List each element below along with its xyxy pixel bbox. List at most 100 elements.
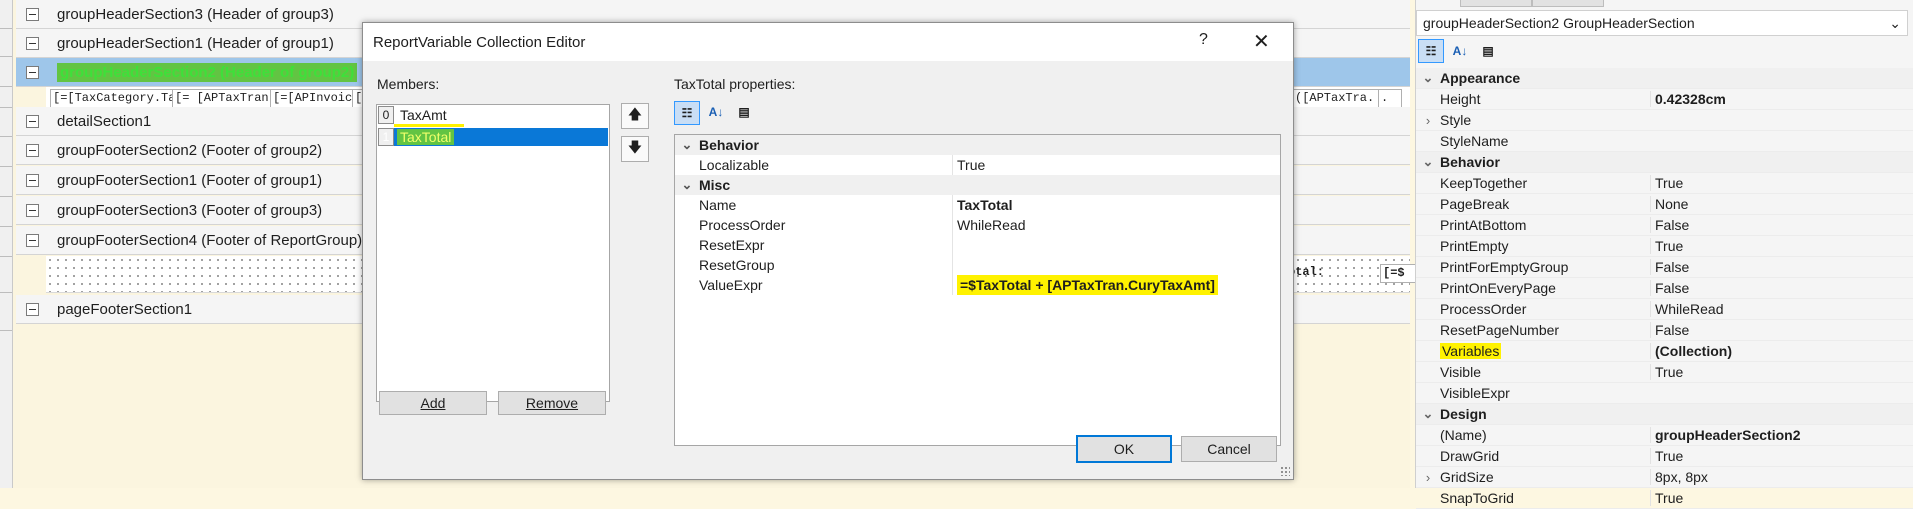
property-value[interactable]: False bbox=[1650, 322, 1913, 338]
grid-row[interactable]: ResetGroup bbox=[675, 255, 1280, 275]
property-value[interactable]: False bbox=[1650, 217, 1913, 233]
collapse-icon[interactable] bbox=[26, 114, 39, 128]
grid-category[interactable]: ⌄ Appearance bbox=[1416, 68, 1913, 89]
report-field[interactable]: [=$ bbox=[1380, 264, 1416, 283]
property-value[interactable]: 8px, 8px bbox=[1650, 469, 1913, 485]
collapse-icon[interactable] bbox=[26, 65, 39, 79]
grid-category[interactable]: ⌄ Misc bbox=[675, 175, 1280, 195]
collapse-icon[interactable] bbox=[26, 36, 39, 50]
chevron-down-icon[interactable]: ⌄ bbox=[1889, 15, 1901, 32]
grid-row[interactable]: (Name) groupHeaderSection2 bbox=[1416, 425, 1913, 446]
property-value[interactable]: True bbox=[1650, 448, 1913, 464]
property-value[interactable]: None bbox=[1650, 196, 1913, 212]
property-value[interactable]: (Collection) bbox=[1650, 343, 1913, 359]
grid-row[interactable]: KeepTogether True bbox=[1416, 173, 1913, 194]
cancel-button[interactable]: Cancel bbox=[1181, 436, 1277, 462]
grid-row[interactable]: PrintEmpty True bbox=[1416, 236, 1913, 257]
property-value[interactable]: groupHeaderSection2 bbox=[1650, 427, 1913, 443]
grid-row[interactable]: PrintOnEveryPage False bbox=[1416, 278, 1913, 299]
property-pages-icon[interactable]: ▤ bbox=[1476, 40, 1500, 62]
categorized-icon[interactable]: ☷ bbox=[674, 101, 700, 125]
property-value[interactable]: WhileRead bbox=[1650, 301, 1913, 317]
collapse-icon[interactable] bbox=[26, 173, 39, 187]
report-field[interactable]: ([APTaxTra. bbox=[1292, 89, 1380, 108]
alphabetical-icon[interactable]: A↓ bbox=[704, 101, 728, 123]
property-value[interactable]: False bbox=[1650, 280, 1913, 296]
grid-row[interactable]: PrintAtBottom False bbox=[1416, 215, 1913, 236]
property-value[interactable]: True bbox=[1650, 364, 1913, 380]
chevron-right-icon[interactable]: › bbox=[1416, 113, 1440, 128]
properties-toolbar: ☷ A↓ ▤ bbox=[1418, 38, 1500, 64]
grid-row[interactable]: PrintForEmptyGroup False bbox=[1416, 257, 1913, 278]
chevron-down-icon[interactable]: ⌄ bbox=[675, 177, 699, 193]
categorized-icon[interactable]: ☷ bbox=[1418, 39, 1444, 63]
grid-category[interactable]: ⌄ Behavior bbox=[1416, 152, 1913, 173]
grid-row[interactable]: ValueExpr =$TaxTotal + [APTaxTran.CuryTax… bbox=[675, 275, 1280, 295]
tab-fields[interactable] bbox=[1532, 0, 1604, 7]
property-value[interactable]: =$TaxTotal + [APTaxTran.CuryTaxAmt] bbox=[952, 275, 1280, 295]
grid-row[interactable]: ProcessOrder WhileRead bbox=[675, 215, 1280, 235]
grid-row[interactable]: ProcessOrder WhileRead bbox=[1416, 299, 1913, 320]
chevron-down-icon[interactable]: ⌄ bbox=[675, 137, 699, 153]
grid-row[interactable]: VisibleExpr bbox=[1416, 383, 1913, 404]
grid-category[interactable]: ⌄ Behavior bbox=[675, 135, 1280, 155]
grid-row[interactable]: SnapToGrid True bbox=[1416, 488, 1913, 509]
property-value[interactable] bbox=[952, 235, 1280, 255]
add-button[interactable]: Add bbox=[379, 391, 487, 415]
members-list[interactable]: 0 TaxAmt 1 TaxTotal bbox=[376, 104, 610, 402]
report-field[interactable]: . bbox=[1378, 89, 1402, 108]
property-value[interactable]: True bbox=[1650, 238, 1913, 254]
remove-button[interactable]: Remove bbox=[498, 391, 606, 415]
grid-row[interactable]: Localizable True bbox=[675, 155, 1280, 175]
grid-row[interactable]: › GridSize 8px, 8px bbox=[1416, 467, 1913, 488]
resize-grip[interactable] bbox=[1280, 466, 1290, 476]
tab-properties[interactable] bbox=[1460, 0, 1532, 7]
grid-row[interactable]: ResetExpr bbox=[675, 235, 1280, 255]
property-name: SnapToGrid bbox=[1440, 490, 1650, 506]
property-value[interactable]: 0.42328cm bbox=[1650, 91, 1913, 107]
properties-grid[interactable]: ⌄ Appearance Height 0.42328cm › Style StyleNam… bbox=[1416, 68, 1913, 509]
property-name: Height bbox=[1440, 91, 1650, 107]
list-item-selected[interactable]: 1 TaxTotal bbox=[378, 128, 608, 146]
collapse-icon[interactable] bbox=[26, 233, 39, 247]
collapse-icon[interactable] bbox=[26, 302, 39, 316]
grid-row[interactable]: Name TaxTotal bbox=[675, 195, 1280, 215]
report-field[interactable]: [= [APTaxTran. bbox=[172, 89, 272, 108]
ok-button[interactable]: OK bbox=[1076, 435, 1172, 463]
close-button[interactable]: ✕ bbox=[1253, 29, 1270, 54]
help-button[interactable]: ? bbox=[1199, 31, 1208, 49]
alphabetical-icon[interactable]: A↓ bbox=[1448, 40, 1472, 62]
section-label: groupHeaderSection3 (Header of group3) bbox=[57, 5, 334, 23]
property-value[interactable]: False bbox=[1650, 259, 1913, 275]
grid-row[interactable]: DrawGrid True bbox=[1416, 446, 1913, 467]
chevron-down-icon[interactable]: ⌄ bbox=[1416, 406, 1440, 422]
grid-row[interactable]: Visible True bbox=[1416, 362, 1913, 383]
property-value[interactable]: True bbox=[1650, 175, 1913, 191]
grid-row[interactable]: Height 0.42328cm bbox=[1416, 89, 1913, 110]
property-value[interactable]: TaxTotal bbox=[952, 195, 1280, 215]
collapse-icon[interactable] bbox=[26, 203, 39, 217]
collapse-icon[interactable] bbox=[26, 7, 39, 21]
dialog-property-grid[interactable]: ⌄ Behavior Localizable True ⌄ Misc Name TaxTota… bbox=[674, 134, 1281, 446]
grid-row[interactable]: › Style bbox=[1416, 110, 1913, 131]
move-up-button[interactable]: 🡅 bbox=[621, 103, 649, 129]
property-value[interactable]: WhileRead bbox=[952, 215, 1280, 235]
object-selector[interactable]: groupHeaderSection2 GroupHeaderSection ⌄ bbox=[1416, 10, 1908, 36]
grid-row[interactable]: StyleName bbox=[1416, 131, 1913, 152]
grid-category[interactable]: ⌄ Design bbox=[1416, 404, 1913, 425]
report-field[interactable]: [=[TaxCategory.Ta bbox=[50, 89, 174, 108]
chevron-down-icon[interactable]: ⌄ bbox=[1416, 154, 1440, 170]
list-item[interactable]: 0 TaxAmt bbox=[378, 106, 608, 124]
grid-row[interactable]: ResetPageNumber False bbox=[1416, 320, 1913, 341]
report-field[interactable]: [=[APInvoic bbox=[270, 89, 354, 108]
collapse-icon[interactable] bbox=[26, 143, 39, 157]
property-value[interactable] bbox=[952, 255, 1280, 275]
move-down-button[interactable]: 🡇 bbox=[621, 136, 649, 162]
grid-row[interactable]: PageBreak None bbox=[1416, 194, 1913, 215]
grid-row[interactable]: Variables (Collection) bbox=[1416, 341, 1913, 362]
property-value[interactable]: True bbox=[1650, 490, 1913, 506]
property-value[interactable]: True bbox=[952, 155, 1280, 175]
property-pages-icon[interactable]: ▤ bbox=[732, 101, 756, 123]
chevron-down-icon[interactable]: ⌄ bbox=[1416, 70, 1440, 86]
chevron-right-icon[interactable]: › bbox=[1416, 470, 1440, 485]
